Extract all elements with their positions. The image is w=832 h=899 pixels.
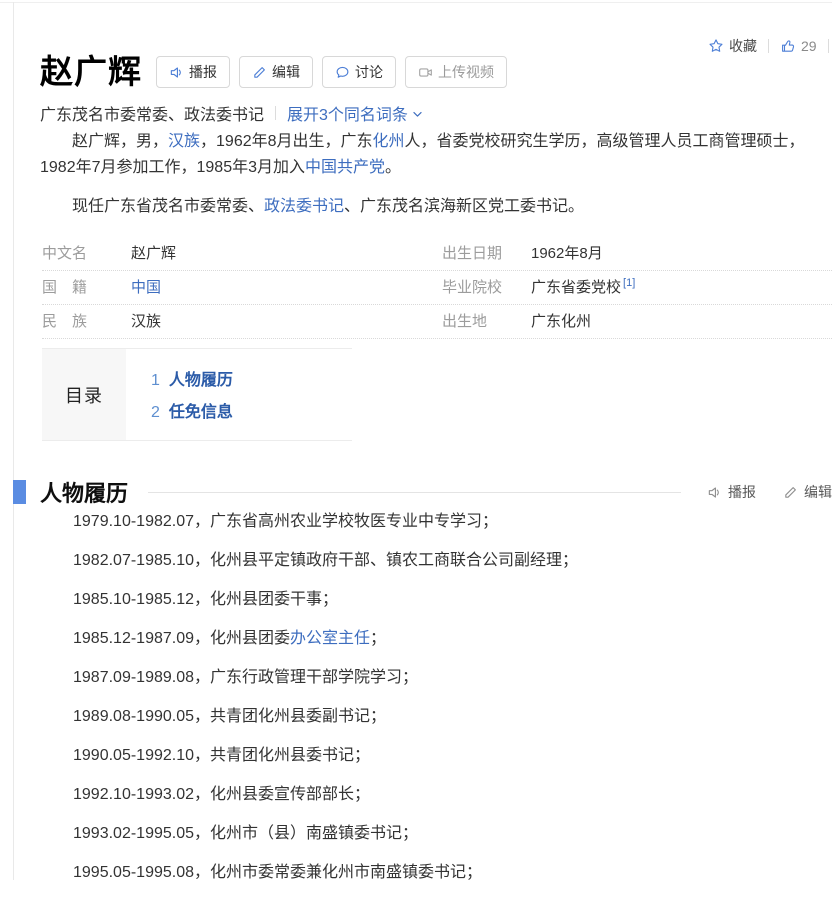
table-of-contents: 目录 1 人物履历 2 任免信息 [42,348,352,441]
separator [828,39,829,53]
edit-label: 编辑 [272,62,300,82]
video-camera-icon [418,65,433,80]
inline-link[interactable]: 化州 [373,133,405,150]
broadcast-button[interactable]: 播报 [156,56,230,88]
toc-item-number: 2 [151,404,160,422]
infobox-value: 赵广辉 [131,242,176,263]
career-item: 1995.05-1995.08，化州市委常委兼化州市南盛镇委书记； [40,860,832,886]
chat-bubble-icon [335,65,350,80]
left-border [13,2,14,880]
section-marker [13,480,26,504]
infobox-row: 中文名 赵广辉 出生日期 1962年8月 [42,237,832,271]
career-item: 1987.09-1989.08，广东行政管理干部学院学习； [40,665,832,691]
like-count: 29 [801,38,817,54]
expand-synonyms-label: 展开3个同名词条 [287,101,408,125]
toc-item-career[interactable]: 1 人物履历 [151,366,233,390]
infobox-label: 出生地 [442,310,531,331]
inline-link[interactable]: 中国共产党 [305,159,385,176]
career-item: 1982.07-1985.10，化州县平定镇政府干部、镇农工商联合公司副经理； [40,548,832,574]
infobox-row: 国 籍 中国 毕业院校 广东省委党校[1] [42,271,832,305]
upload-video-label: 上传视频 [438,62,494,82]
upload-video-button[interactable]: 上传视频 [405,56,507,88]
career-item: 1993.02-1995.05，化州市（县）南盛镇委书记； [40,821,832,847]
separator [275,106,276,120]
toc-title: 目录 [42,349,126,440]
top-action-bar: 收藏 29 [708,36,832,56]
star-icon [708,38,724,54]
summary: 赵广辉，男，汉族，1962年8月出生，广东化州人，省委党校研究生学历，高级管理人… [40,129,832,233]
speaker-icon [707,485,722,500]
section-broadcast-label: 播报 [728,482,756,502]
discuss-label: 讨论 [355,62,383,82]
infobox-label: 出生日期 [442,242,531,263]
infobox-value: 广东省委党校[1] [531,276,635,297]
broadcast-label: 播报 [189,62,217,82]
inline-link[interactable]: 政法委书记 [264,198,344,215]
infobox-label: 中文名 [42,242,131,263]
infobox-row: 民 族 汉族 出生地 广东化州 [42,305,832,339]
toc-item-label: 任免信息 [169,398,233,422]
top-border [0,2,832,3]
speaker-icon [169,65,184,80]
section-title: 人物履历 [40,476,128,508]
inline-link[interactable]: 办公室主任 [290,630,370,647]
subtitle: 广东茂名市委常委、政法委书记 [40,101,264,125]
subtitle-row: 广东茂名市委常委、政法委书记 展开3个同名词条 [40,101,423,125]
summary-paragraph-1: 赵广辉，男，汉族，1962年8月出生，广东化州人，省委党校研究生学历，高级管理人… [40,129,832,181]
infobox-label: 国 籍 [42,276,131,297]
collect-label: 收藏 [729,36,757,56]
infobox-value: 汉族 [131,310,161,331]
toc-item-number: 1 [151,372,160,390]
discuss-button[interactable]: 讨论 [322,56,396,88]
toc-item-label: 人物履历 [169,366,233,390]
toc-item-appointments[interactable]: 2 任免信息 [151,398,233,422]
section-edit-label: 编辑 [804,482,832,502]
pencil-icon [252,65,267,80]
chevron-down-icon [412,109,423,120]
career-item: 1985.12-1987.09，化州县团委办公室主任； [40,626,832,652]
career-item: 1990.05-1992.10，共青团化州县委书记； [40,743,832,769]
career-item: 1985.10-1985.12，化州县团委干事； [40,587,832,613]
infobox-label: 民 族 [42,310,131,331]
inline-link[interactable]: 汉族 [168,133,200,150]
career-list: 1979.10-1982.07，广东省高州农业学校牧医专业中专学习； 1982.0… [40,509,832,899]
separator [768,39,769,53]
career-item: 1989.08-1990.05，共青团化州县委副书记； [40,704,832,730]
pencil-icon [783,485,798,500]
career-item: 1979.10-1982.07，广东省高州农业学校牧医专业中专学习； [40,509,832,535]
expand-synonyms-link[interactable]: 展开3个同名词条 [287,101,423,125]
section-edit-button[interactable]: 编辑 [783,482,832,502]
infobox-value: 广东化州 [531,310,591,331]
section-divider [148,492,681,493]
title-row: 赵广辉 播报 编辑 讨论 上传视频 [40,52,516,92]
thumbs-up-icon [780,38,796,54]
infobox-value: 1962年8月 [531,242,603,263]
reference-link[interactable]: [1] [623,277,635,289]
collect-button[interactable]: 收藏 [708,36,757,56]
edit-button[interactable]: 编辑 [239,56,313,88]
section-header: 人物履历 播报 编辑 [13,476,832,508]
summary-paragraph-2: 现任广东省茂名市委常委、政法委书记、广东茂名滨海新区党工委书记。 [40,194,832,220]
infobox-value: 中国 [131,276,161,297]
like-button[interactable]: 29 [780,38,817,54]
infobox-label: 毕业院校 [442,276,531,297]
inline-link[interactable]: 中国 [131,279,161,296]
career-item: 1992.10-1993.02，化州县委宣传部部长； [40,782,832,808]
infobox: 中文名 赵广辉 出生日期 1962年8月 国 籍 中国 毕业院校 广东省委党校[… [42,237,832,339]
section-broadcast-button[interactable]: 播报 [707,482,756,502]
page-title: 赵广辉 [40,52,142,92]
